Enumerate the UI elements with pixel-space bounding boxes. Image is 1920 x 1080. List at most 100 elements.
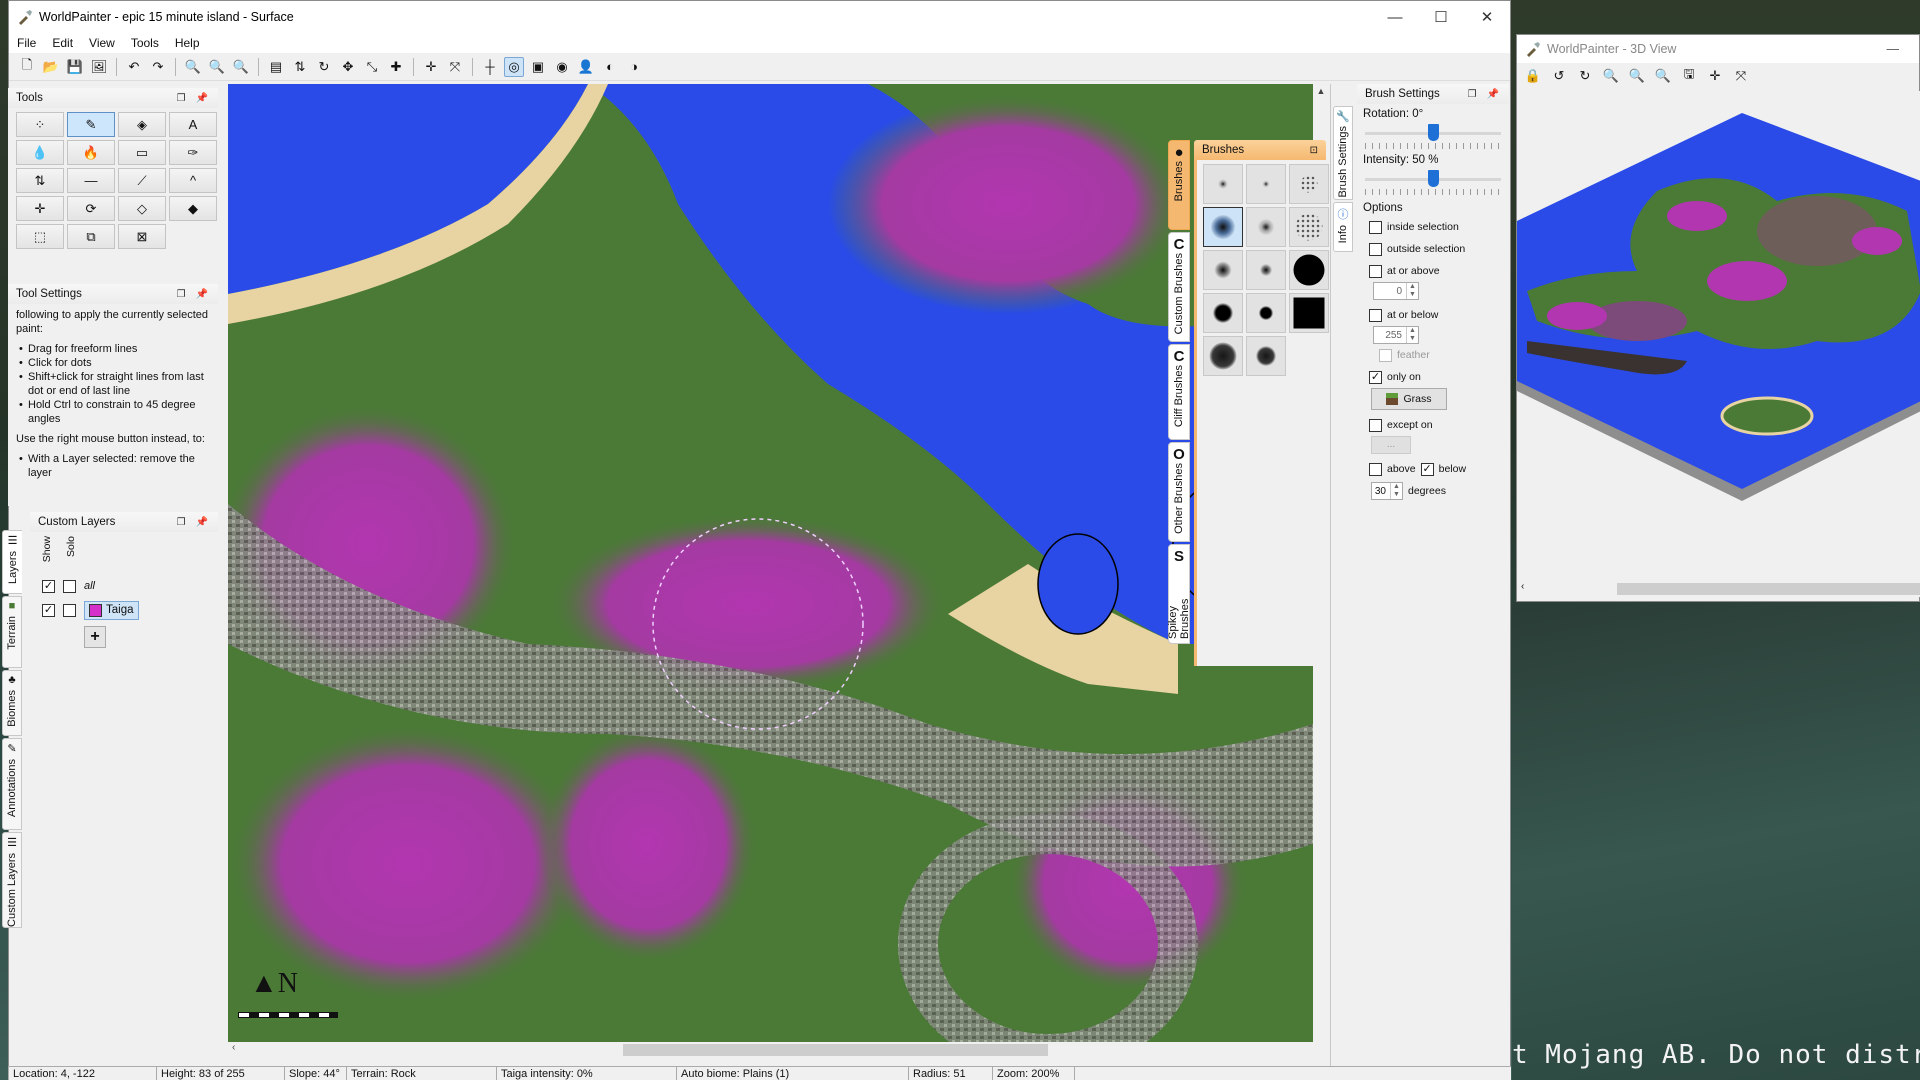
scroll-left-arrow[interactable]: ‹ (232, 1042, 235, 1053)
layer-button-taiga[interactable]: Taiga (84, 600, 139, 620)
show-image-overlay-icon[interactable]: ▣ (528, 57, 548, 77)
brush-circle-hard[interactable] (1289, 250, 1329, 290)
rotate-right-icon[interactable]: ↻ (1575, 66, 1595, 86)
export-image-icon[interactable]: 🖫 (1679, 66, 1699, 86)
horizontal-scroll-thumb[interactable] (1617, 583, 1920, 595)
rotation-slider-thumb[interactable] (1428, 124, 1439, 141)
select-tool-button[interactable]: ⬚ (16, 224, 64, 249)
set-spawn-tool-button[interactable]: ✛ (16, 196, 64, 221)
pin-panel-icon[interactable]: 📌 (1487, 89, 1499, 100)
lock-icon[interactable]: 🔒 (1523, 66, 1543, 86)
scroll-up-arrow[interactable]: ▲ (1314, 86, 1328, 96)
show-all-checkbox[interactable]: ✓ (42, 579, 55, 593)
3d-view-canvas[interactable]: ➤N (1517, 91, 1920, 581)
dimension-properties-icon[interactable]: ▤ (266, 57, 286, 77)
spray-paint-tool-button[interactable]: ⁘ (16, 112, 64, 137)
tab-layers[interactable]: ☰ Layers (2, 530, 22, 594)
rotate-left-icon[interactable]: ↺ (1549, 66, 1569, 86)
tab-biomes[interactable]: ♣ Biomes (2, 670, 22, 736)
text-tool-button[interactable]: A (169, 112, 217, 137)
map-horizontal-scrollbar[interactable]: ‹ (228, 1042, 1328, 1058)
add-layer-button[interactable]: + (84, 626, 106, 648)
pin-panel-icon[interactable]: 📌 (196, 93, 208, 104)
show-contours-icon[interactable]: ◎ (504, 56, 524, 77)
export-world-icon[interactable]: 🖼 (89, 57, 109, 77)
raise-lower-tool-button[interactable]: ⇅ (16, 168, 64, 193)
brush-square-hard[interactable] (1289, 293, 1329, 333)
menu-file[interactable]: File (15, 36, 38, 50)
clear-selection-tool-button[interactable]: ⊠ (118, 224, 166, 249)
copy-selection-tool-button[interactable]: ⧉ (67, 224, 115, 249)
tab-terrain[interactable]: ■ Terrain (2, 596, 22, 668)
rotate-tool-button[interactable]: ⟳ (67, 196, 115, 221)
horizontal-scroll-thumb[interactable] (623, 1044, 1048, 1056)
pin-panel-icon[interactable]: 📌 (196, 517, 208, 528)
open-world-icon[interactable]: 📂 (41, 57, 61, 77)
show-layer-checkbox[interactable]: ✓ (42, 603, 55, 617)
flatten-tool-button[interactable]: — (67, 168, 115, 193)
zoom-out-icon[interactable]: 🔍 (1601, 66, 1621, 86)
feather-checkbox[interactable] (1379, 348, 1392, 362)
zoom-in-icon[interactable]: 🔍 (1653, 66, 1673, 86)
degrees-spinner[interactable]: 30 ▲ ▼ (1371, 482, 1403, 500)
except-on-checkbox[interactable] (1369, 418, 1382, 432)
brush-circle-soft[interactable] (1203, 207, 1243, 247)
rotate-world-icon[interactable]: ↻ (314, 57, 334, 77)
move-to-spawn-icon[interactable]: ✛ (421, 57, 441, 77)
float-panel-icon[interactable]: ❐ (177, 93, 186, 104)
scale-world-icon[interactable]: ⤡ (362, 57, 382, 77)
3d-view-horizontal-scrollbar[interactable]: ‹ (1517, 581, 1920, 597)
intensity-slider[interactable] (1365, 170, 1501, 196)
redo-icon[interactable]: ↷ (148, 57, 168, 77)
brush-noise-sparse[interactable] (1289, 207, 1329, 247)
raise-pyramid-tool-button[interactable]: ◇ (118, 196, 166, 221)
brush-circle-medium[interactable] (1203, 250, 1243, 290)
at-or-above-spinner[interactable]: 0 ▲ ▼ (1373, 282, 1419, 300)
intensity-slider-thumb[interactable] (1428, 170, 1439, 187)
scroll-left-arrow[interactable]: ‹ (1521, 581, 1524, 592)
3d-view-minimize-button[interactable]: — (1887, 42, 1900, 56)
change-height-icon[interactable]: ⇅ (290, 57, 310, 77)
save-world-icon[interactable]: 💾 (65, 57, 85, 77)
eyedropper-tool-button[interactable]: ✑ (169, 140, 217, 165)
only-on-checkbox[interactable]: ✓ (1369, 370, 1382, 384)
shift-world-icon[interactable]: ✥ (338, 57, 358, 77)
minimize-button[interactable]: — (1372, 1, 1418, 33)
3d-view-title-bar[interactable]: WorldPainter - 3D View — (1517, 35, 1919, 63)
rotation-slider[interactable] (1365, 124, 1501, 150)
undo-icon[interactable]: ↶ (124, 57, 144, 77)
float-panel-icon[interactable]: ❐ (177, 289, 186, 300)
only-on-terrain-button[interactable]: Grass (1371, 388, 1447, 410)
except-on-terrain-button[interactable]: ... (1371, 436, 1411, 454)
outside-selection-checkbox[interactable] (1369, 242, 1382, 256)
flood-lava-tool-button[interactable]: 🔥 (67, 140, 115, 165)
brush-square-medium[interactable] (1246, 250, 1286, 290)
menu-tools[interactable]: Tools (129, 36, 161, 50)
move-to-origin-icon[interactable]: ⤧ (1731, 66, 1751, 86)
dock-panel-icon[interactable]: ⊡ (1310, 145, 1318, 156)
global-operations-icon[interactable]: ◐ (600, 57, 620, 77)
zoom-out-icon[interactable]: 🔍 (183, 57, 203, 77)
new-world-icon[interactable]: 🗋 (17, 57, 37, 77)
at-or-below-spinner[interactable]: 255 ▲ ▼ (1373, 326, 1419, 344)
brush-square-soft[interactable] (1246, 207, 1286, 247)
menu-view[interactable]: View (87, 36, 117, 50)
close-button[interactable]: ✕ (1464, 1, 1510, 33)
world-map-canvas[interactable]: ▲N (228, 84, 1313, 1042)
brush-noise-soft[interactable] (1289, 164, 1329, 204)
tab-annotations[interactable]: ✎ Annotations (2, 738, 22, 830)
flood-water-tool-button[interactable]: 💧 (16, 140, 64, 165)
view-mode-icon[interactable]: ◑ (624, 57, 644, 77)
smooth-tool-button[interactable]: ⟋ (118, 168, 166, 193)
menu-help[interactable]: Help (173, 36, 202, 50)
brush-circle-firm-large[interactable] (1203, 336, 1243, 376)
brush-square-firm[interactable] (1246, 293, 1286, 333)
at-or-above-checkbox[interactable] (1369, 264, 1382, 278)
raise-mountain-tool-button[interactable]: ^ (169, 168, 217, 193)
show-grid-icon[interactable]: ┼ (480, 57, 500, 77)
maximize-button[interactable]: ☐ (1418, 1, 1464, 33)
title-bar[interactable]: WorldPainter - epic 15 minute island - S… (9, 1, 1510, 33)
biomes-viewer-icon[interactable]: 👤 (576, 57, 596, 77)
solo-layer-checkbox[interactable] (63, 603, 76, 617)
pencil-tool-button[interactable]: ✎ (67, 112, 115, 137)
